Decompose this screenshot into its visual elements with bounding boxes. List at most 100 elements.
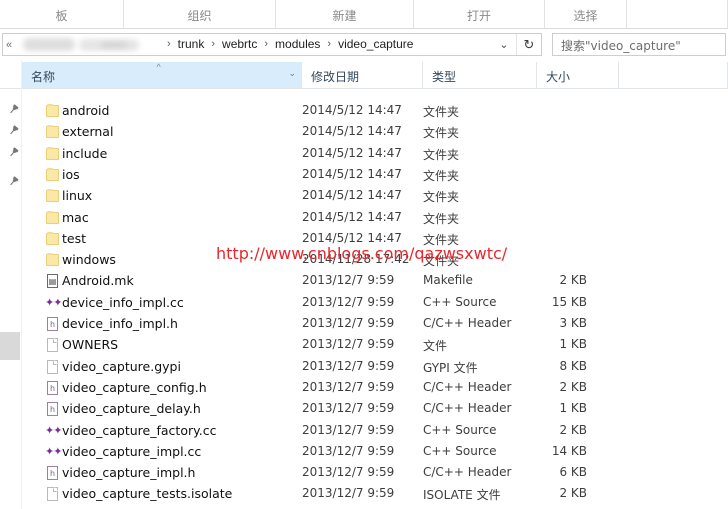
file-name[interactable]: video_capture_config.h	[62, 380, 207, 395]
file-name[interactable]: video_capture.gypi	[62, 359, 181, 374]
file-name[interactable]: OWNERS	[62, 337, 118, 352]
column-header-name[interactable]: 名称 ^ ⌄	[22, 62, 302, 88]
ribbon-group-label: 打开	[466, 9, 491, 23]
folder-icon	[44, 124, 60, 140]
file-date-modified: 2013/12/7 9:59	[302, 273, 395, 287]
column-header-size[interactable]: 大小	[537, 62, 619, 88]
cpp-header-icon: h	[44, 380, 60, 396]
file-name[interactable]: test	[62, 231, 86, 246]
file-date-modified: 2014/11/28 17:42	[302, 252, 410, 266]
file-row[interactable]: h video_capture_delay.h 2013/12/7 9:59 C/C+…	[0, 398, 728, 419]
file-row[interactable]: ▤ Android.mk 2013/12/7 9:59 Makefile 2 KB	[0, 270, 728, 291]
file-row[interactable]: OWNERS 2013/12/7 9:59 文件 1 KB	[0, 334, 728, 355]
breadcrumb-item-trunk[interactable]: trunk	[177, 34, 206, 55]
file-date-modified: 2014/5/12 14:47	[302, 231, 402, 245]
file-date-modified: 2014/5/12 14:47	[302, 210, 402, 224]
column-header-type[interactable]: 类型	[423, 62, 537, 88]
file-row[interactable]: windows 2014/11/28 17:42 文件夹	[0, 249, 728, 270]
file-name[interactable]: video_capture_tests.isolate	[62, 486, 232, 501]
file-size: 3 KB	[559, 316, 587, 330]
file-name[interactable]: include	[62, 146, 107, 161]
ribbon-group-label: 选择	[573, 9, 598, 23]
folder-icon	[44, 210, 60, 226]
ribbon-group-1[interactable]: 组织	[124, 0, 276, 28]
file-date-modified: 2013/12/7 9:59	[302, 423, 395, 437]
pin-icon[interactable]	[8, 103, 20, 115]
file-size: 2 KB	[559, 486, 587, 500]
file-type: ISOLATE 文件	[423, 488, 501, 502]
ribbon-group-3[interactable]: 打开	[414, 0, 545, 28]
file-row[interactable]: linux 2014/5/12 14:47 文件夹	[0, 185, 728, 206]
file-name[interactable]: linux	[62, 188, 92, 203]
column-header-label: 修改日期	[311, 70, 360, 84]
file-row[interactable]: h video_capture_impl.h 2013/12/7 9:59 C/C++…	[0, 462, 728, 483]
file-row[interactable]: h video_capture_config.h 2013/12/7 9:59 C/C…	[0, 377, 728, 398]
ribbon-group-label: 板	[55, 9, 68, 23]
breadcrumb-item-webrtc[interactable]: webrtc	[221, 34, 258, 55]
file-row[interactable]: external 2014/5/12 14:47 文件夹	[0, 121, 728, 142]
chevron-down-icon[interactable]: ⌄	[288, 68, 296, 79]
file-size: 15 KB	[551, 295, 587, 309]
file-name[interactable]: external	[62, 124, 113, 139]
file-date-modified: 2014/5/12 14:47	[302, 146, 402, 160]
file-row[interactable]: ios 2014/5/12 14:47 文件夹	[0, 164, 728, 185]
breadcrumb-item-video-capture[interactable]: video_capture	[337, 34, 414, 55]
file-name[interactable]: Android.mk	[62, 273, 134, 288]
ribbon-group-empty[interactable]	[627, 0, 728, 28]
pin-icon[interactable]	[8, 146, 20, 158]
cpp-header-icon: h	[44, 316, 60, 332]
file-row[interactable]: ✦✦ video_capture_impl.cc 2013/12/7 9:59 C++…	[0, 441, 728, 462]
file-name[interactable]: mac	[62, 210, 89, 225]
column-header-date[interactable]: 修改日期	[302, 62, 423, 88]
file-row[interactable]: ✦✦ video_capture_factory.cc 2013/12/7 9:59…	[0, 420, 728, 441]
breadcrumb-separator-icon: ›	[264, 38, 269, 50]
folder-icon	[44, 252, 60, 268]
file-row[interactable]: video_capture_tests.isolate 2013/12/7 9:5…	[0, 483, 728, 504]
folder-icon	[44, 231, 60, 247]
column-header-label: 类型	[432, 70, 457, 84]
search-input[interactable]: 搜索"video_capture"	[561, 37, 681, 54]
breadcrumb-item-modules[interactable]: modules	[274, 34, 321, 55]
address-bar[interactable]: « › trunk › webrtc › modules › video_cap…	[2, 33, 542, 56]
file-row[interactable]: ✦✦ device_info_impl.cc 2013/12/7 9:59 C++ S…	[0, 292, 728, 313]
refresh-icon[interactable]: ↻	[516, 34, 541, 55]
file-row[interactable]: test 2014/5/12 14:47 文件夹	[0, 228, 728, 249]
file-row[interactable]: video_capture.gypi 2013/12/7 9:59 GYPI 文件 8…	[0, 356, 728, 377]
ribbon-group-4[interactable]: 选择	[545, 0, 627, 28]
file-type: GYPI 文件	[423, 361, 478, 375]
file-date-modified: 2013/12/7 9:59	[302, 337, 395, 351]
file-date-modified: 2014/5/12 14:47	[302, 103, 402, 117]
file-size: 2 KB	[559, 380, 587, 394]
file-row[interactable]: mac 2014/5/12 14:47 文件夹	[0, 207, 728, 228]
pin-icon[interactable]	[8, 175, 20, 187]
cpp-source-icon: ✦✦	[45, 424, 62, 437]
address-toolbar: « › trunk › webrtc › modules › video_cap…	[0, 29, 728, 60]
file-type: C/C++ Header	[423, 465, 512, 479]
file-name[interactable]: video_capture_impl.cc	[62, 444, 201, 459]
file-name[interactable]: video_capture_impl.h	[62, 465, 195, 480]
file-row[interactable]: h device_info_impl.h 2013/12/7 9:59 C/C++ H…	[0, 313, 728, 334]
search-box[interactable]: 搜索"video_capture"	[552, 33, 726, 56]
ribbon-group-0[interactable]: 板	[0, 0, 124, 28]
file-date-modified: 2013/12/7 9:59	[302, 401, 395, 415]
file-name[interactable]: android	[62, 103, 109, 118]
column-header-blank[interactable]	[619, 62, 728, 88]
file-row[interactable]: include 2014/5/12 14:47 文件夹	[0, 143, 728, 164]
file-name[interactable]: video_capture_factory.cc	[62, 423, 216, 438]
file-name[interactable]: ios	[62, 167, 80, 182]
file-type: C++ Source	[423, 423, 497, 437]
pin-icon[interactable]	[8, 124, 20, 136]
file-name[interactable]: video_capture_delay.h	[62, 401, 201, 416]
breadcrumb-overflow-icon[interactable]: «	[6, 37, 12, 53]
folder-icon	[44, 146, 60, 162]
file-type: 文件	[423, 339, 448, 353]
breadcrumb-separator-icon: ›	[327, 38, 332, 50]
file-list[interactable]: android 2014/5/12 14:47 文件夹 external 2014/5/…	[0, 92, 728, 509]
file-name[interactable]: device_info_impl.h	[62, 316, 178, 331]
ribbon-group-label: 新建	[332, 9, 357, 23]
file-row[interactable]: android 2014/5/12 14:47 文件夹	[0, 100, 728, 121]
file-name[interactable]: windows	[62, 252, 116, 267]
ribbon-group-2[interactable]: 新建	[276, 0, 414, 28]
file-name[interactable]: device_info_impl.cc	[62, 295, 184, 310]
chevron-down-icon[interactable]: ⌄	[493, 34, 515, 55]
